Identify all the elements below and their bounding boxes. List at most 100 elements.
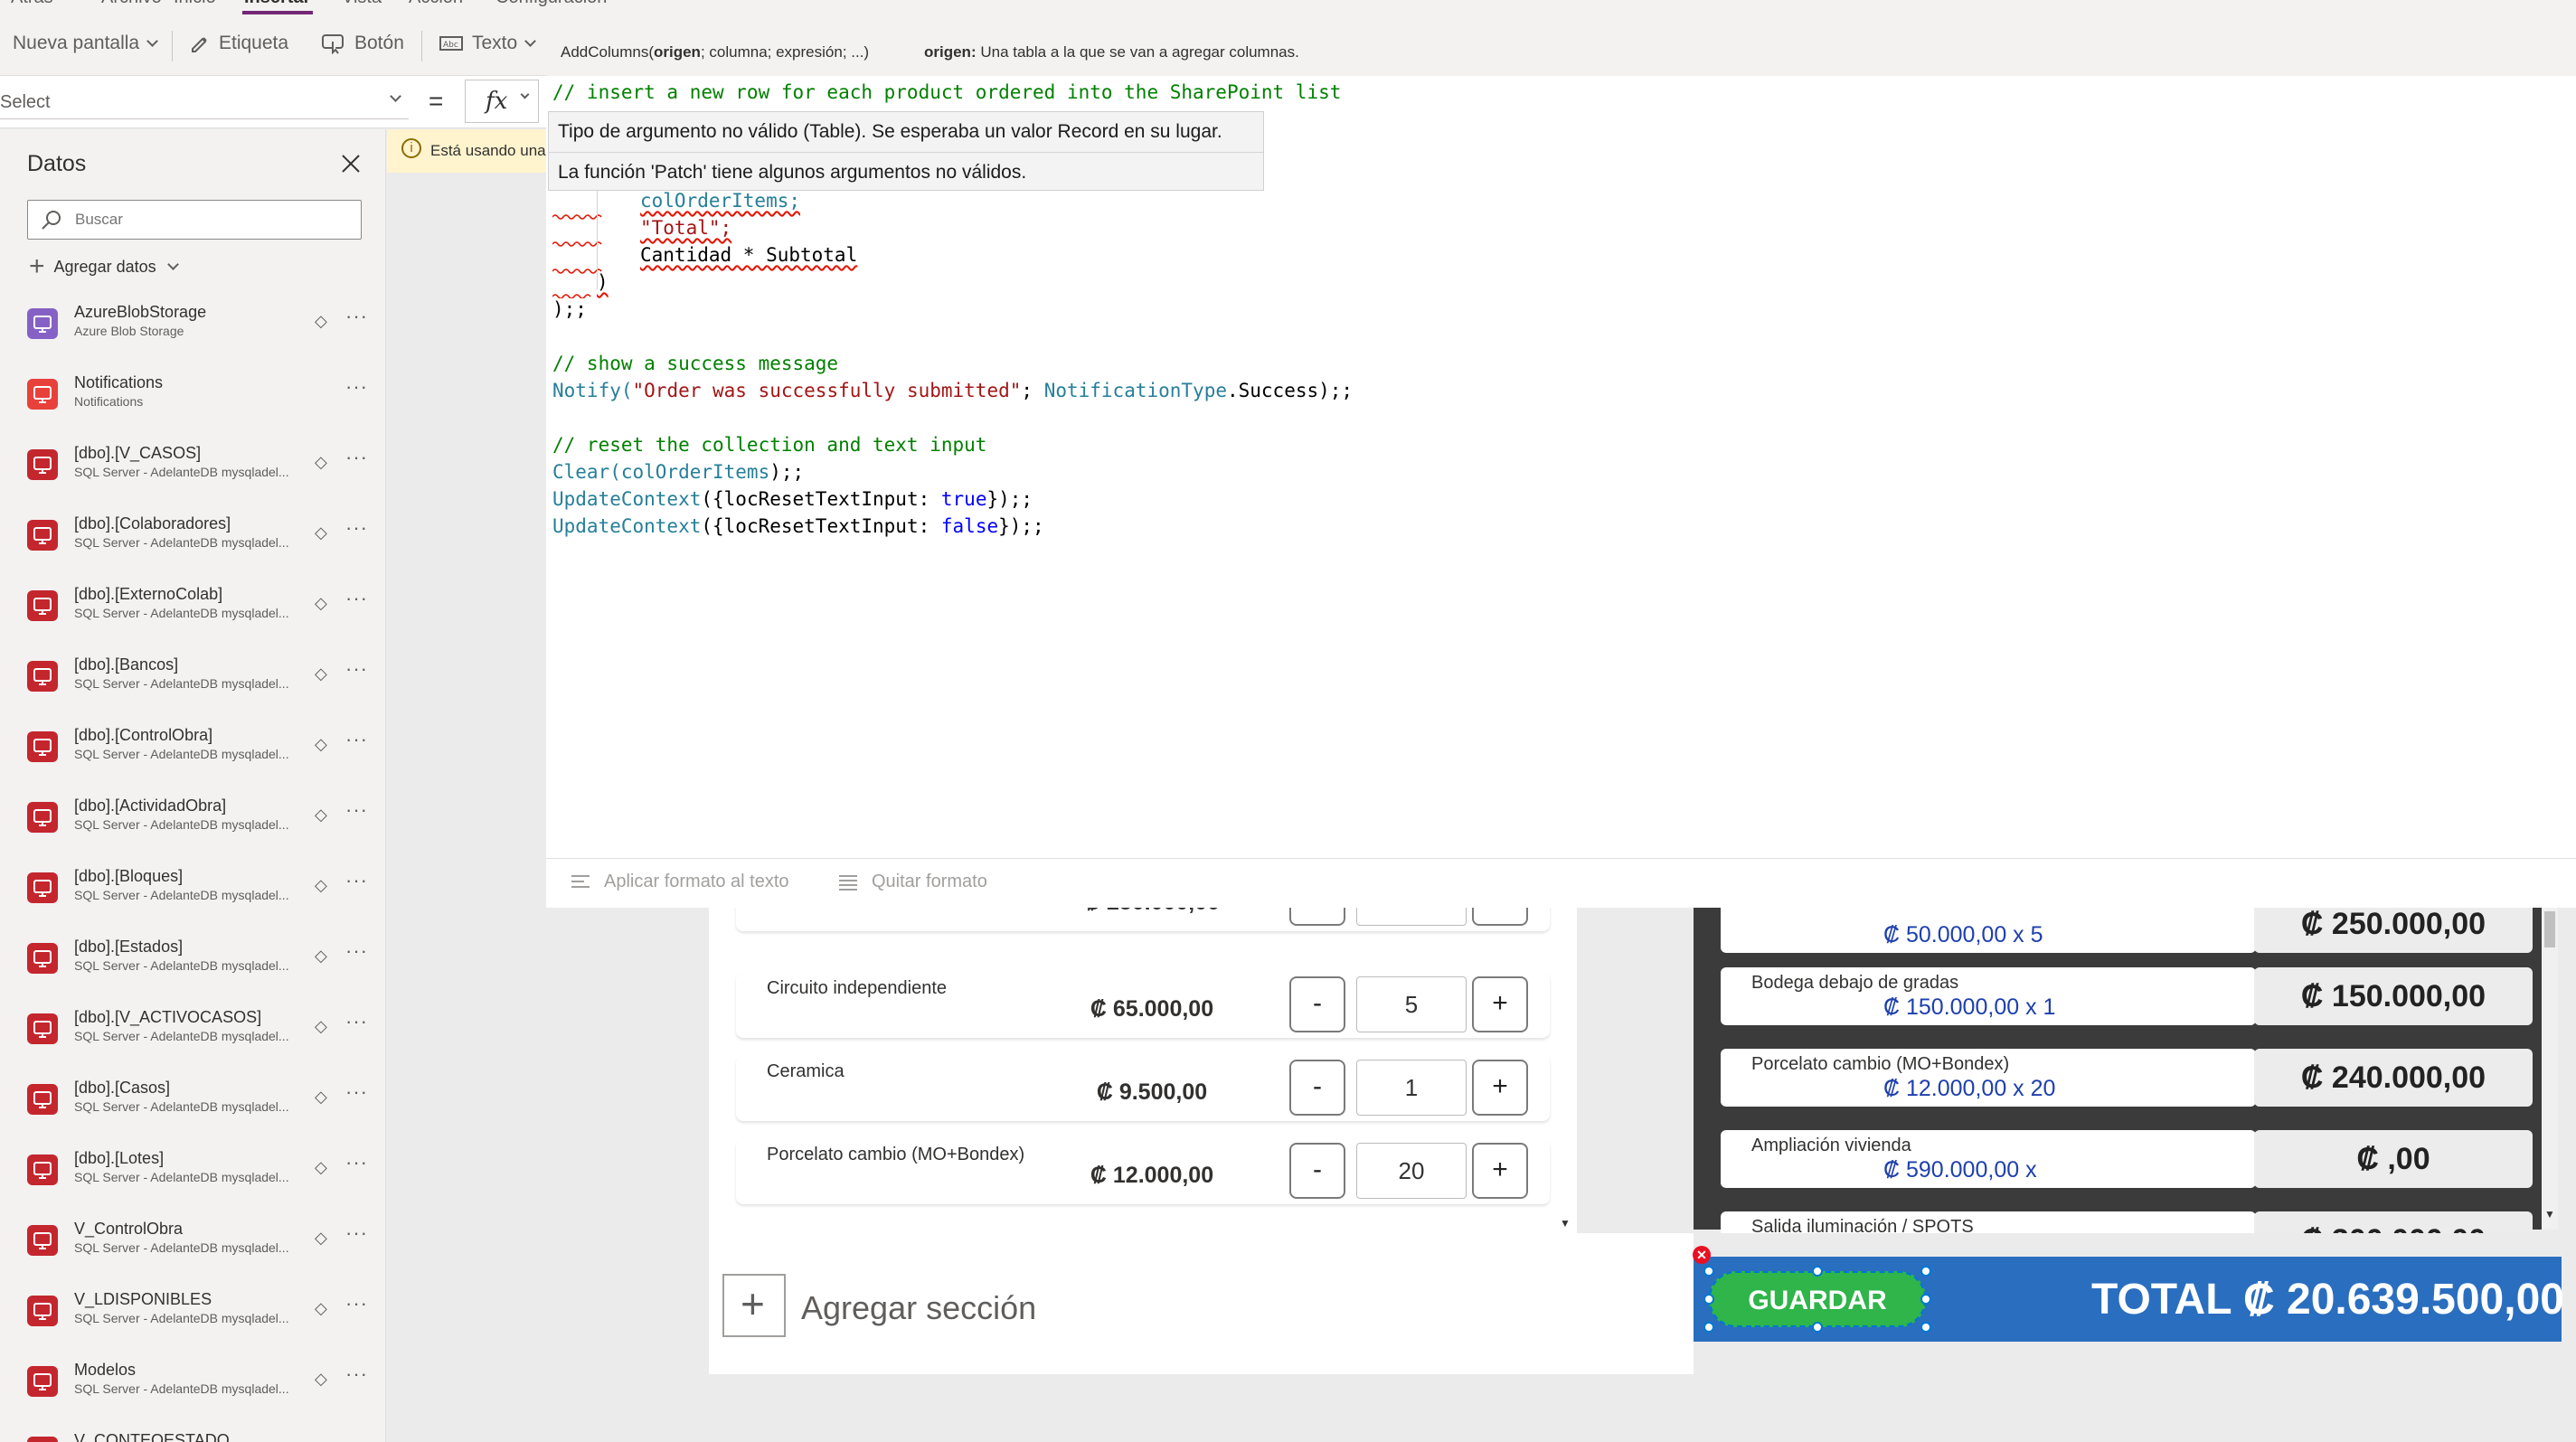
close-icon[interactable] — [340, 153, 362, 174]
data-source-item[interactable]: [dbo].[Bancos] SQL Server - AdelanteDB my… — [27, 654, 371, 708]
error-icon[interactable]: ✕ — [1693, 1246, 1711, 1264]
database-icon — [27, 449, 58, 480]
premium-diamond-icon: ◇ — [315, 1370, 327, 1388]
more-options-icon[interactable]: ··· — [345, 657, 368, 681]
text-box-icon: Abc — [439, 36, 463, 51]
fx-button[interactable]: fx — [465, 80, 539, 123]
data-source-item[interactable]: Notifications Notifications ··· — [27, 372, 371, 426]
data-source-item[interactable]: [dbo].[Colaboradores] SQL Server - Adelan… — [27, 513, 371, 567]
data-source-item[interactable]: V_LDISPONIBLES SQL Server - AdelanteDB my… — [27, 1288, 371, 1343]
data-source-item[interactable]: AzureBlobStorage Azure Blob Storage ◇ ··· — [27, 301, 371, 355]
add-data-label: Agregar datos — [53, 257, 156, 276]
search-input[interactable] — [75, 208, 346, 231]
more-options-icon[interactable]: ··· — [345, 1433, 368, 1442]
more-options-icon[interactable]: ··· — [345, 728, 368, 751]
more-options-icon[interactable]: ··· — [345, 798, 368, 822]
resize-handle[interactable] — [1703, 1322, 1714, 1333]
code-clear-line: Clear(colOrderItems);; — [552, 461, 804, 483]
database-icon — [27, 731, 58, 762]
menu-file[interactable]: Archivo — [101, 0, 162, 8]
text-insert-button[interactable]: Abc Texto — [439, 33, 537, 54]
add-section-button[interactable]: + — [722, 1274, 786, 1337]
param-desc: Una tabla a la que se van a agregar colu… — [980, 43, 1299, 61]
chevron-down-icon — [166, 258, 179, 270]
cart-item-qty: ₡ 12.000,00 x 20 — [1883, 1076, 2056, 1101]
database-icon — [27, 1366, 58, 1397]
menu-action[interactable]: Acción — [409, 0, 463, 8]
indent-guide — [597, 181, 598, 289]
code-uc-fn: UpdateContext — [552, 488, 702, 510]
menu-back[interactable]: Atrás — [11, 0, 53, 8]
more-options-icon[interactable]: ··· — [345, 516, 368, 540]
database-icon — [27, 1296, 58, 1326]
edit-icon — [192, 37, 207, 52]
data-source-name: [dbo].[Bancos] — [74, 655, 179, 674]
cart-item-total: ₡ ,00 — [2254, 1130, 2533, 1188]
code-clear-fn: Clear( — [552, 461, 621, 483]
data-source-item[interactable]: Modelos SQL Server - AdelanteDB mysqladel… — [27, 1359, 371, 1413]
more-options-icon[interactable]: ··· — [345, 305, 368, 328]
data-source-item[interactable]: [dbo].[V_CASOS] SQL Server - AdelanteDB m… — [27, 442, 371, 496]
menu-settings[interactable]: Configuración — [495, 0, 607, 8]
resize-handle[interactable] — [1920, 1322, 1931, 1333]
data-source-name: V_LDISPONIBLES — [74, 1290, 212, 1308]
database-icon — [27, 802, 58, 833]
menu-home[interactable]: Inicio — [174, 0, 216, 8]
code-uc-false: false — [940, 515, 999, 537]
property-dropdown[interactable]: Select — [0, 83, 409, 119]
code-notify-type: NotificationType — [1043, 380, 1227, 401]
button-insert-button[interactable]: Botón — [322, 33, 404, 54]
format-text-button[interactable]: Aplicar formato al texto — [570, 872, 789, 892]
signature-current-param: origen — [654, 43, 701, 61]
resize-handle[interactable] — [1812, 1322, 1823, 1333]
format-lines-icon — [571, 874, 590, 888]
param-name: origen: — [924, 43, 977, 61]
cart-item-qty: ₡ 50.000,00 x 5 — [1883, 922, 2043, 947]
resize-handle[interactable] — [1812, 1266, 1823, 1277]
more-options-icon[interactable]: ··· — [345, 375, 368, 399]
more-options-icon[interactable]: ··· — [345, 587, 368, 610]
code-notify-fn: Notify( — [552, 380, 633, 401]
squiggle-gutter — [552, 190, 602, 299]
toolbar-divider — [172, 31, 173, 61]
data-source-item[interactable]: V_CONTEOESTADO◇··· — [27, 1429, 371, 1442]
data-source-type: SQL Server - AdelanteDB mysqladel... — [74, 817, 289, 832]
resize-handle[interactable] — [1920, 1266, 1931, 1277]
code-updatecontext-false: UpdateContext({locResetTextInput: false}… — [552, 515, 1044, 537]
info-icon: i — [401, 138, 421, 158]
resize-handle[interactable] — [1703, 1266, 1714, 1277]
menu-insert[interactable]: Insertar — [244, 0, 310, 8]
more-options-icon[interactable]: ··· — [345, 869, 368, 892]
resize-handle[interactable] — [1920, 1294, 1931, 1305]
menu-view[interactable]: Vista — [342, 0, 382, 8]
more-options-icon[interactable]: ··· — [345, 1362, 368, 1386]
svg-text:Abc: Abc — [443, 41, 458, 50]
data-source-type: SQL Server - AdelanteDB mysqladel... — [74, 535, 289, 550]
data-source-name: [dbo].[ExternoColab] — [74, 585, 223, 603]
code-uc-true: true — [940, 488, 987, 510]
data-source-item[interactable]: [dbo].[ControlObra] SQL Server - Adelante… — [27, 724, 371, 778]
label-button[interactable]: Etiqueta — [190, 33, 288, 54]
data-source-item[interactable]: [dbo].[ActividadObra] SQL Server - Adelan… — [27, 795, 371, 849]
add-section-area: + Agregar sección — [709, 1233, 1694, 1374]
chevron-down-icon — [520, 90, 530, 99]
equals-sign: = — [429, 87, 444, 115]
more-options-icon[interactable]: ··· — [345, 446, 368, 469]
search-box[interactable] — [27, 200, 362, 240]
cart-item-total: ₡ 150.000,00 — [2254, 967, 2533, 1025]
more-options-icon[interactable]: ··· — [345, 1292, 368, 1315]
add-data-button[interactable]: + Agregar datos — [29, 252, 179, 281]
remove-format-button[interactable]: Quitar formato — [837, 872, 987, 892]
resize-handle[interactable] — [1703, 1294, 1714, 1305]
data-source-name: [dbo].[Colaboradores] — [74, 514, 231, 533]
database-icon — [27, 590, 58, 621]
save-button[interactable]: GUARDAR — [1709, 1271, 1926, 1327]
data-source-item[interactable]: [dbo].[ExternoColab] SQL Server - Adelant… — [27, 583, 371, 637]
new-screen-button[interactable]: Nueva pantalla — [0, 33, 158, 54]
warning-banner: i Está usando una — [387, 129, 550, 173]
code-uc-fn: UpdateContext — [552, 515, 702, 537]
data-source-type: SQL Server - AdelanteDB mysqladel... — [74, 606, 289, 620]
signature-func: AddColumns( — [561, 43, 654, 61]
param-description: origen: Una tabla a la que se van a agre… — [924, 43, 1299, 61]
fx-icon: fx — [486, 88, 508, 115]
